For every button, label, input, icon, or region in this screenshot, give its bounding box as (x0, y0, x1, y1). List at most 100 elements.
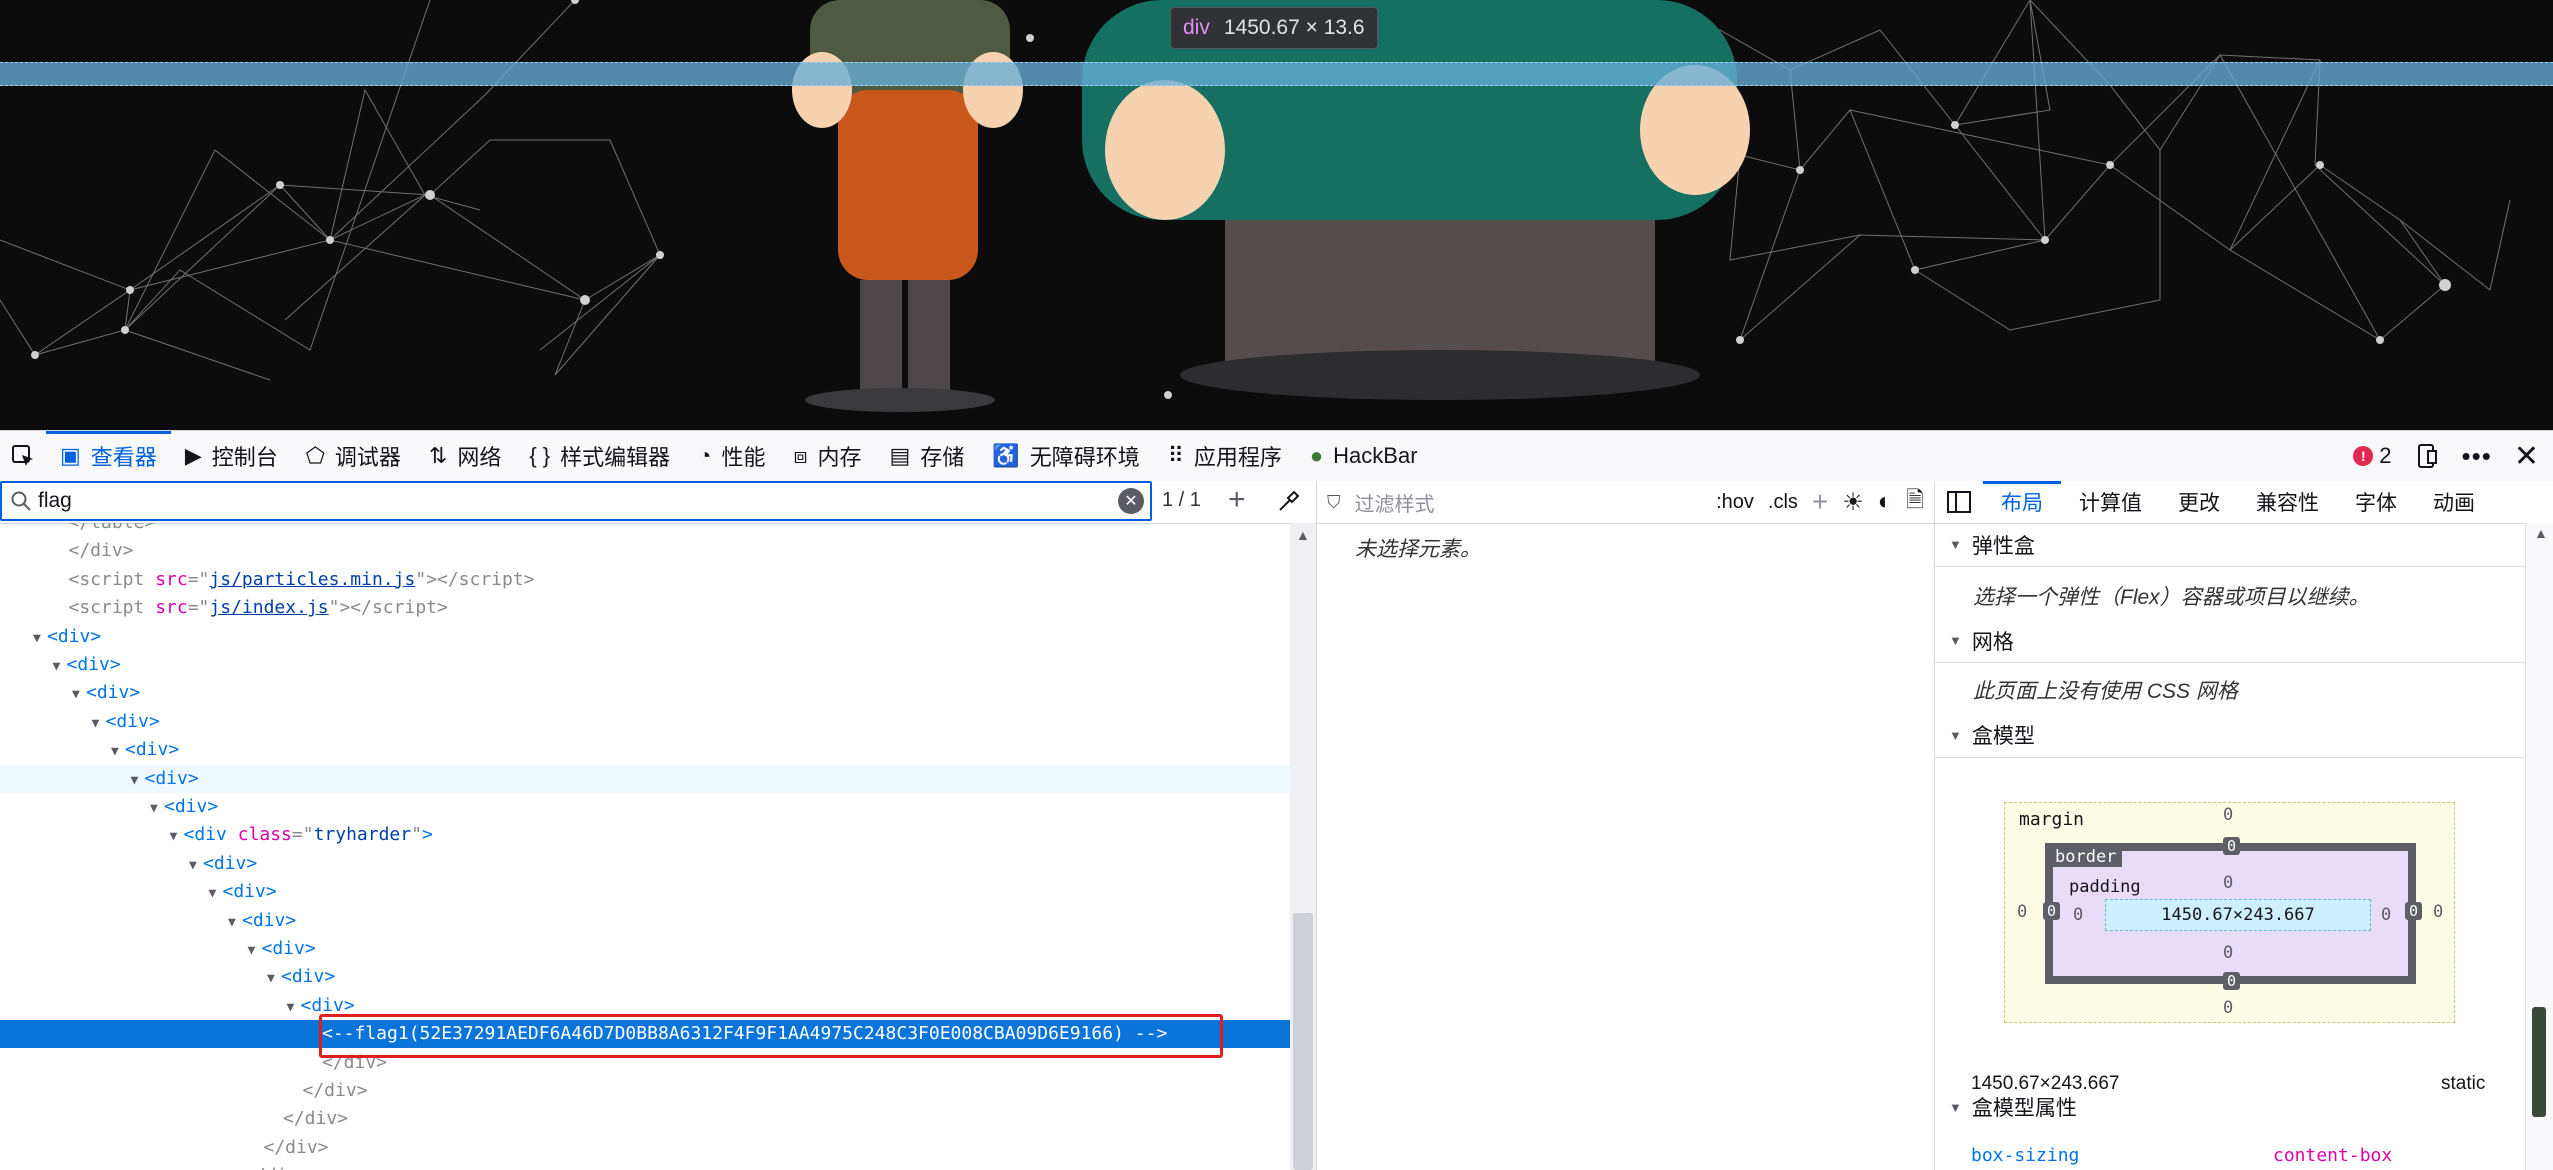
add-node-icon[interactable]: + (1228, 483, 1246, 517)
expand-node-icon[interactable]: ▼ (228, 909, 242, 937)
markup-node[interactable]: ▼ <div> (0, 679, 1290, 707)
layout-scrollbar-thumb[interactable] (2532, 1007, 2546, 1117)
sidebar-tab-2[interactable]: 更改 (2160, 481, 2238, 523)
markup-node[interactable]: ▼ <div> (0, 878, 1290, 906)
expand-node-icon[interactable]: ▼ (150, 795, 164, 823)
margin-bottom-value[interactable]: 0 (2223, 998, 2233, 1018)
tab-storage[interactable]: ▤ 存储 (876, 431, 979, 481)
expand-node-icon[interactable]: ▼ (111, 738, 125, 766)
markup-node[interactable]: ▼ <div> (0, 708, 1290, 736)
border-bottom-value[interactable]: 0 (2223, 972, 2241, 990)
expand-node-icon[interactable]: ▼ (248, 937, 262, 965)
error-count-badge[interactable]: ! 2 (2353, 443, 2392, 469)
markup-search-box[interactable]: ✕ (0, 481, 1152, 521)
markup-scrollbar[interactable]: ▲ (1290, 523, 1316, 1170)
markup-node[interactable]: </div> (0, 1162, 1290, 1170)
tab-memory[interactable]: ⧈ 内存 (779, 431, 875, 481)
infobar-tag: div (1183, 16, 1210, 39)
boxmodel-padding[interactable]: border padding 0 0 0 0 1450.67×243.667 (2049, 847, 2408, 976)
add-rule-icon[interactable]: + (1812, 486, 1828, 518)
boxmodel-section-header[interactable]: ▼ 盒模型 (1935, 713, 2525, 757)
margin-top-value[interactable]: 0 (2223, 805, 2233, 825)
grid-section-header[interactable]: ▼ 网格 (1935, 619, 2525, 663)
markup-node[interactable]: ▼ <div> (0, 935, 1290, 963)
padding-top-value[interactable]: 0 (2223, 873, 2233, 893)
expand-node-icon[interactable]: ▼ (33, 625, 47, 653)
expand-node-icon[interactable]: ▼ (72, 681, 86, 709)
expand-node-icon[interactable]: ▼ (131, 767, 145, 795)
search-input[interactable] (34, 485, 1118, 517)
tab-console[interactable]: ▶ 控制台 (171, 431, 292, 481)
markup-node[interactable]: </div> (0, 1134, 1290, 1162)
toggle-sidebar-button[interactable] (1935, 481, 1983, 523)
responsive-design-icon[interactable] (2414, 443, 2440, 469)
sidebar-tab-5[interactable]: 动画 (2415, 481, 2493, 523)
border-top-value[interactable]: 0 (2223, 837, 2241, 855)
boxmodel-props-header[interactable]: ▼ 盒模型属性 (1935, 1085, 2525, 1129)
filter-styles-input[interactable]: 过滤样式 (1355, 488, 1703, 517)
padding-left-value[interactable]: 0 (2073, 905, 2083, 925)
padding-right-value[interactable]: 0 (2381, 905, 2391, 925)
boxmodel-margin[interactable]: margin 0 0 0 0 border padding 0 0 0 0 14… (2004, 802, 2455, 1023)
markup-node[interactable]: ▼ <div> (0, 623, 1290, 651)
more-options-icon[interactable]: ••• (2462, 441, 2492, 472)
margin-right-value[interactable]: 0 (2433, 902, 2443, 922)
markup-node[interactable]: <script src="js/particles.min.js"></scri… (0, 566, 1290, 594)
border-left-value[interactable]: 0 (2043, 902, 2061, 920)
tab-performance[interactable]: ◔ 性能 (684, 431, 779, 481)
light-color-scheme-icon[interactable]: ☀ (1842, 488, 1864, 517)
markup-node[interactable]: ▼ <div> (0, 992, 1290, 1020)
flexbox-section-header[interactable]: ▼ 弹性盒 (1935, 523, 2525, 567)
markup-node[interactable]: ▼ <div> (0, 963, 1290, 991)
layout-scrollbar[interactable]: ▲ (2525, 523, 2553, 1170)
tab-accessibility[interactable]: ♿ 无障碍环境 (978, 431, 1153, 481)
expand-node-icon[interactable]: ▼ (53, 653, 67, 681)
hov-toggle[interactable]: :hov (1716, 491, 1754, 514)
expand-node-icon[interactable]: ▼ (267, 965, 281, 993)
markup-node[interactable]: ▼ <div> (0, 793, 1290, 821)
border-right-value[interactable]: 0 (2405, 902, 2423, 920)
markup-node[interactable]: ▼ <div> (0, 850, 1290, 878)
markup-node[interactable]: </div> (0, 1049, 1290, 1077)
expand-node-icon[interactable]: ▼ (189, 852, 203, 880)
expand-node-icon[interactable]: ▼ (287, 994, 301, 1022)
margin-left-value[interactable]: 0 (2017, 902, 2027, 922)
tab-hackbar[interactable]: ● HackBar (1296, 431, 1432, 481)
print-media-icon[interactable]: 🗎 (1906, 483, 1924, 521)
markup-node[interactable]: </div> (0, 1077, 1290, 1105)
sidebar-tab-4[interactable]: 字体 (2337, 481, 2415, 523)
expand-node-icon[interactable]: ▼ (170, 823, 184, 851)
markup-node[interactable]: ▼ <div> (0, 764, 1290, 795)
close-devtools-icon[interactable]: ✕ (2514, 439, 2539, 474)
markup-node[interactable]: </table> (0, 523, 1290, 537)
tab-network[interactable]: ⇅ 网络 (415, 431, 515, 481)
expand-node-icon[interactable]: ▼ (92, 710, 106, 738)
markup-node[interactable]: ▼ <div> (0, 651, 1290, 679)
clear-search-icon[interactable]: ✕ (1118, 488, 1144, 514)
sidebar-tab-1[interactable]: 计算值 (2061, 481, 2160, 523)
padding-bottom-value[interactable]: 0 (2223, 943, 2233, 963)
markup-scrollbar-thumb[interactable] (1293, 913, 1313, 1170)
tab-debugger[interactable]: ⬠ 调试器 (292, 431, 415, 481)
dark-color-scheme-icon[interactable]: ◐ (1878, 488, 1893, 516)
markup-node[interactable]: <script src="js/index.js"></script> (0, 594, 1290, 622)
class-value: tryharder (313, 824, 412, 846)
eyedropper-icon[interactable] (1276, 490, 1300, 514)
tab-inspector[interactable]: ▣ 查看器 (46, 431, 171, 481)
sidebar-tab-3[interactable]: 兼容性 (2238, 481, 2337, 523)
markup-node[interactable]: </div> (0, 1105, 1290, 1133)
boxmodel-border[interactable]: border padding 0 0 0 0 1450.67×243.667 (2045, 843, 2416, 984)
sidebar-tab-0[interactable]: 布局 (1983, 481, 2061, 523)
script-src: js/index.js (209, 597, 329, 619)
boxmodel-content[interactable]: 1450.67×243.667 (2105, 899, 2371, 931)
expand-node-icon[interactable]: ▼ (209, 880, 223, 908)
markup-node[interactable]: </div> (0, 537, 1290, 565)
markup-node[interactable]: ▼ <div class="tryharder"> (0, 821, 1290, 849)
cls-toggle[interactable]: .cls (1768, 491, 1798, 514)
markup-node[interactable]: ▼ <div> (0, 907, 1290, 935)
element-picker-button[interactable] (0, 431, 46, 481)
selected-node[interactable]: <--flag1(52E37291AEDF6A46D7D0BB8A6312F4F… (0, 1020, 1290, 1049)
markup-node[interactable]: ▼ <div> (0, 736, 1290, 764)
tab-application[interactable]: ⠿ 应用程序 (1154, 431, 1296, 481)
tab-style-editor[interactable]: { } 样式编辑器 (515, 431, 684, 481)
